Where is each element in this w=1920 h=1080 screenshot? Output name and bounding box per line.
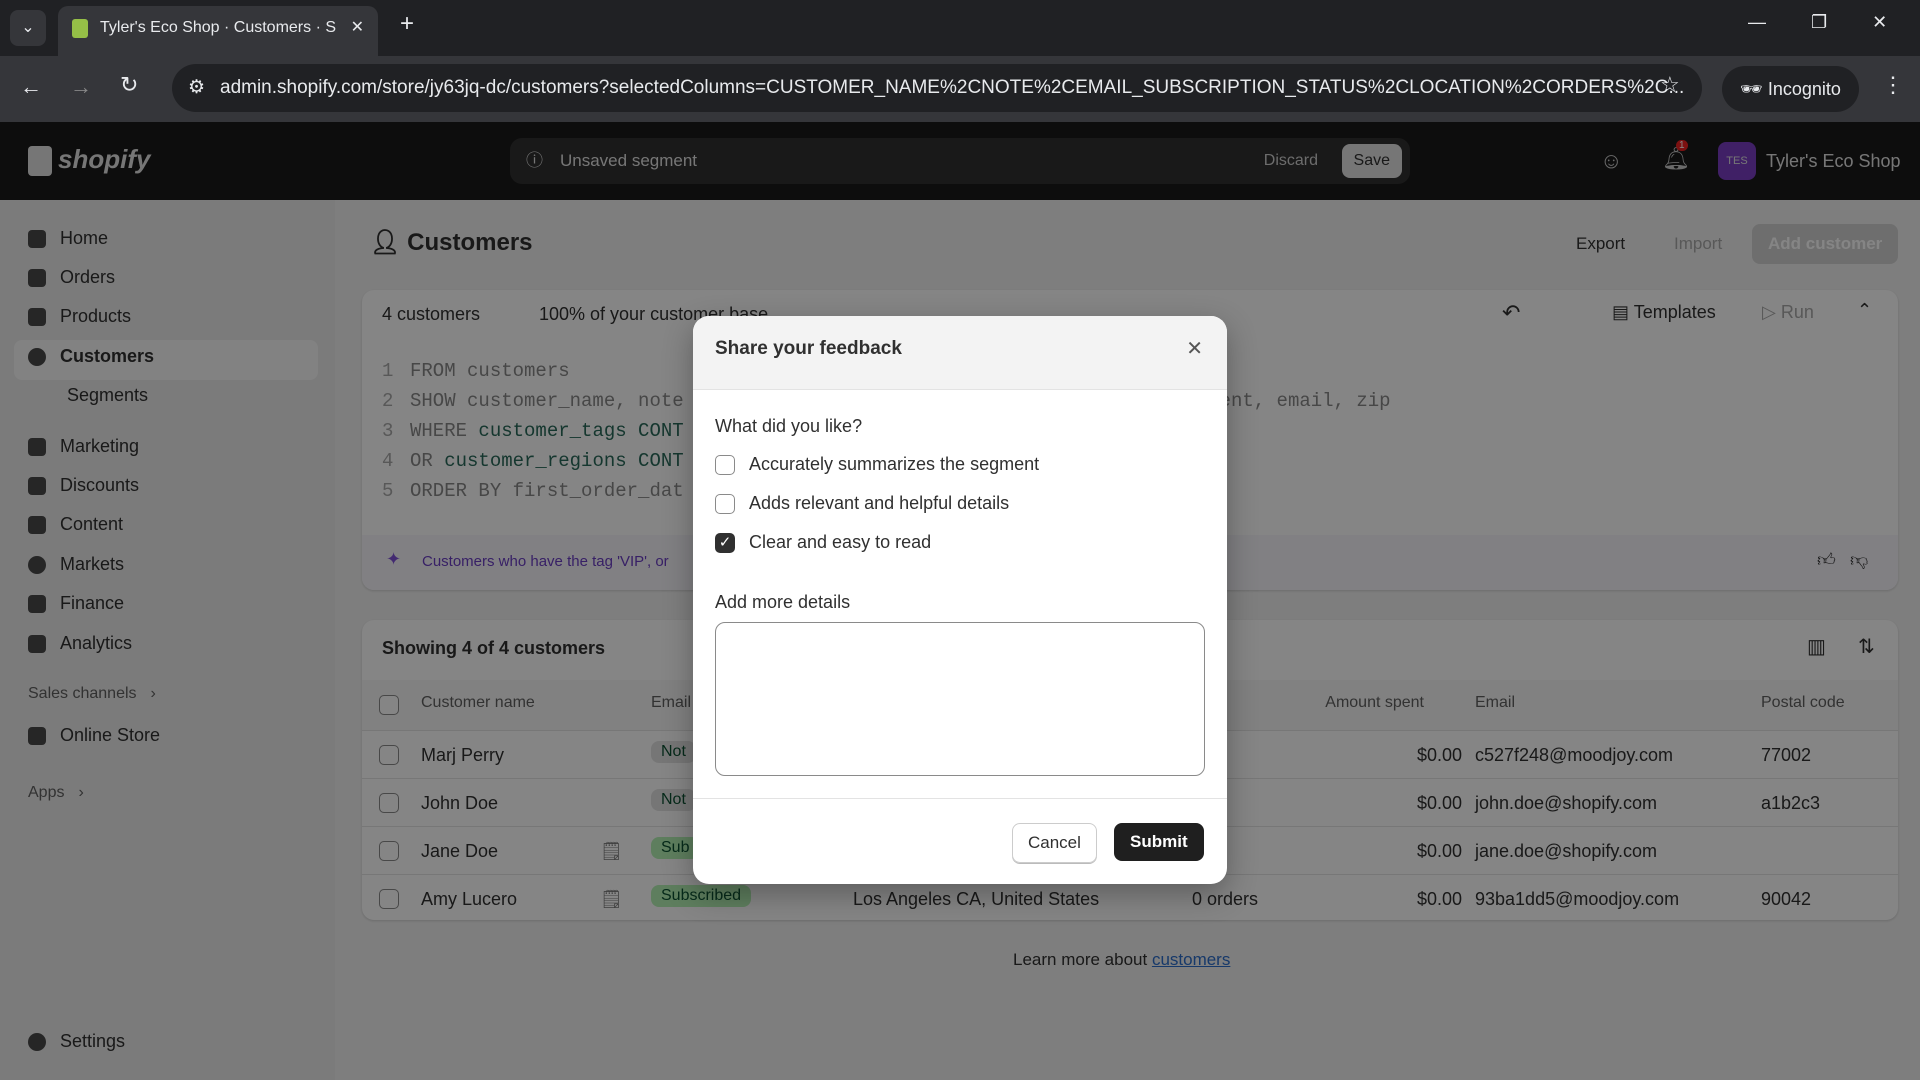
option-label: Clear and easy to read [749, 532, 931, 553]
browser-menu-icon[interactable]: ⋮ [1882, 72, 1904, 98]
tab-title: Tyler's Eco Shop · Customers · S [100, 19, 336, 36]
back-icon[interactable]: ← [20, 74, 42, 100]
close-icon[interactable]: ✕ [1186, 336, 1203, 361]
option-label: Accurately summarizes the segment [749, 454, 1039, 475]
feedback-option[interactable]: Accurately summarizes the segment [715, 454, 1039, 475]
details-textarea[interactable] [715, 622, 1205, 776]
feedback-option[interactable]: Adds relevant and helpful details [715, 493, 1009, 514]
window-controls[interactable]: — ❐ ✕ [1748, 12, 1887, 33]
cancel-button[interactable]: Cancel [1012, 823, 1097, 863]
tab-search-button[interactable]: ⌄ [10, 10, 46, 46]
reload-icon[interactable]: ↻ [120, 72, 138, 98]
incognito-badge[interactable]: 🕶 Incognito [1722, 66, 1859, 112]
address-bar-row: ← → ↻ ⚙ admin.shopify.com/store/jy63jq-d… [0, 56, 1920, 122]
feedback-modal: Share your feedback ✕ What did you like?… [693, 316, 1227, 884]
url-text: admin.shopify.com/store/jy63jq-dc/custom… [220, 77, 1684, 98]
modal-header: Share your feedback ✕ [693, 316, 1227, 390]
submit-button[interactable]: Submit [1114, 823, 1204, 861]
question-label: What did you like? [715, 416, 862, 437]
modal-title: Share your feedback [715, 338, 902, 359]
feedback-option[interactable]: ✓ Clear and easy to read [715, 532, 931, 553]
option-checkbox[interactable] [715, 494, 735, 514]
incognito-label: Incognito [1768, 79, 1841, 99]
site-info-icon[interactable]: ⚙ [188, 64, 205, 112]
url-input[interactable]: ⚙ admin.shopify.com/store/jy63jq-dc/cust… [172, 64, 1702, 112]
new-tab-button[interactable]: + [400, 10, 414, 38]
browser-tab-bar: ⌄ Tyler's Eco Shop · Customers · S ✕ + —… [0, 0, 1920, 56]
option-checkbox[interactable] [715, 455, 735, 475]
bookmark-star-icon[interactable]: ☆ [1660, 72, 1680, 98]
shopify-favicon-icon [72, 19, 88, 38]
close-tab-icon[interactable]: ✕ [351, 6, 364, 50]
browser-tab[interactable]: Tyler's Eco Shop · Customers · S ✕ [58, 6, 378, 56]
details-label: Add more details [715, 592, 850, 613]
forward-icon[interactable]: → [70, 74, 92, 100]
footer-divider [693, 798, 1227, 799]
option-checkbox[interactable]: ✓ [715, 533, 735, 553]
option-label: Adds relevant and helpful details [749, 493, 1009, 514]
